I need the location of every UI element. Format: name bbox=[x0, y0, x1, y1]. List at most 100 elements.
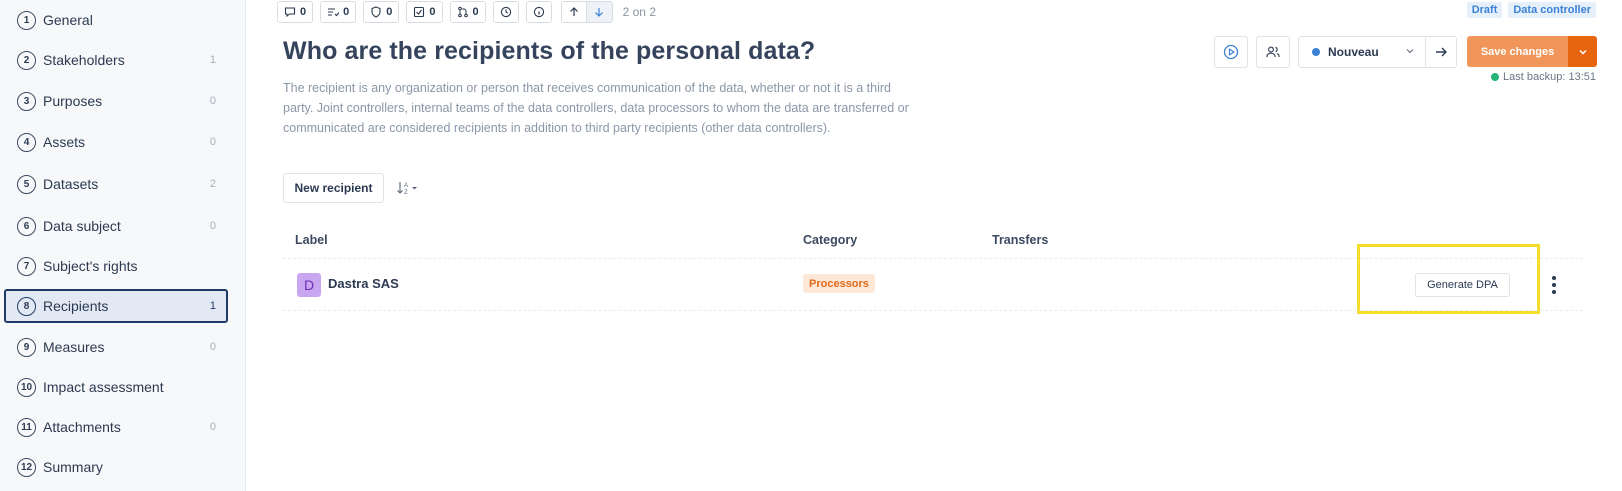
last-backup-text: Last backup: 13:51 bbox=[1503, 71, 1596, 83]
checkbox-icon bbox=[414, 6, 425, 18]
sidebar-item-label: Stakeholders bbox=[43, 52, 125, 68]
sidebar-item-summary[interactable]: 12 Summary bbox=[4, 450, 228, 484]
versions-button[interactable]: 0 bbox=[449, 1, 486, 23]
info-icon bbox=[533, 6, 544, 18]
arrow-right-icon bbox=[1436, 47, 1447, 57]
draft-badge: Draft bbox=[1466, 2, 1503, 18]
git-branch-icon bbox=[457, 6, 468, 18]
record-badges: Draft Data controller bbox=[1466, 2, 1596, 18]
pager-text: 2 on 2 bbox=[622, 5, 656, 19]
role-badge: Data controller bbox=[1508, 2, 1596, 18]
sidebar-item-count: 0 bbox=[209, 220, 216, 232]
sidebar-item-label: Impact assessment bbox=[43, 379, 164, 395]
step-number: 4 bbox=[17, 132, 36, 152]
column-header-category[interactable]: Category bbox=[803, 233, 857, 247]
next-record-button[interactable] bbox=[586, 1, 613, 23]
step-number: 3 bbox=[17, 91, 36, 111]
sidebar-item-label: General bbox=[43, 12, 93, 28]
sidebar: 1 General 2 Stakeholders 1 3 Purposes 0 … bbox=[0, 0, 246, 491]
sort-button[interactable]: A Z bbox=[396, 176, 418, 200]
sidebar-item-data-subject[interactable]: 6 Data subject 0 bbox=[4, 209, 228, 243]
column-header-label[interactable]: Label bbox=[295, 233, 328, 247]
play-circle-icon bbox=[1223, 44, 1239, 60]
play-button[interactable] bbox=[1214, 36, 1248, 68]
shield-icon bbox=[371, 6, 381, 18]
status-value: Nouveau bbox=[1328, 45, 1379, 59]
sidebar-item-label: Attachments bbox=[43, 419, 121, 435]
status-select[interactable]: Nouveau bbox=[1298, 36, 1426, 68]
new-recipient-button[interactable]: New recipient bbox=[283, 173, 384, 203]
comment-icon bbox=[284, 7, 296, 18]
sort-az-icon: A Z bbox=[397, 182, 417, 196]
save-changes-button[interactable]: Save changes bbox=[1467, 36, 1568, 67]
highlight-box bbox=[1357, 244, 1540, 314]
sidebar-item-label: Purposes bbox=[43, 93, 103, 109]
comments-button[interactable]: 0 bbox=[277, 1, 314, 23]
column-header-transfers[interactable]: Transfers bbox=[992, 233, 1048, 247]
users-icon bbox=[1266, 46, 1280, 58]
step-number: 9 bbox=[17, 337, 36, 357]
recipient-label[interactable]: Dastra SAS bbox=[328, 276, 399, 291]
sidebar-item-attachments[interactable]: 11 Attachments 0 bbox=[4, 410, 228, 444]
task-list-icon bbox=[328, 8, 340, 17]
step-number: 12 bbox=[17, 457, 36, 477]
chevron-down-icon bbox=[1405, 46, 1415, 59]
step-number: 1 bbox=[17, 10, 36, 30]
sidebar-item-count: 0 bbox=[209, 95, 216, 107]
sidebar-item-purposes[interactable]: 3 Purposes 0 bbox=[4, 84, 228, 118]
previous-record-button[interactable] bbox=[560, 1, 587, 23]
step-number: 6 bbox=[17, 216, 36, 236]
sidebar-item-label: Measures bbox=[43, 339, 105, 355]
comments-count: 0 bbox=[300, 6, 307, 18]
sidebar-item-impact-assessment[interactable]: 10 Impact assessment bbox=[4, 370, 228, 404]
info-button[interactable] bbox=[525, 1, 552, 23]
sidebar-item-count: 0 bbox=[209, 421, 216, 433]
last-backup: Last backup: 13:51 bbox=[1491, 71, 1596, 83]
more-options-icon[interactable] bbox=[1546, 274, 1562, 296]
chevron-down-icon bbox=[1578, 49, 1587, 55]
avatar: D bbox=[297, 273, 321, 297]
next-status-button[interactable] bbox=[1425, 36, 1457, 68]
table-divider bbox=[283, 310, 1583, 311]
status-dot bbox=[1312, 48, 1320, 56]
sidebar-item-stakeholders[interactable]: 2 Stakeholders 1 bbox=[4, 43, 228, 77]
step-number: 8 bbox=[17, 296, 36, 316]
tasks-button[interactable]: 0 bbox=[320, 1, 357, 23]
sidebar-item-assets[interactable]: 4 Assets 0 bbox=[4, 125, 228, 159]
sidebar-item-datasets[interactable]: 5 Datasets 2 bbox=[4, 167, 228, 201]
sidebar-item-count: 1 bbox=[209, 300, 216, 312]
sidebar-item-count: 1 bbox=[209, 54, 216, 66]
users-button[interactable] bbox=[1256, 36, 1290, 68]
sidebar-item-recipients[interactable]: 8 Recipients 1 bbox=[4, 289, 228, 323]
page-title: Who are the recipients of the personal d… bbox=[283, 37, 816, 65]
step-number: 2 bbox=[17, 50, 36, 70]
sidebar-item-label: Subject's rights bbox=[43, 258, 138, 274]
sidebar-item-subjects-rights[interactable]: 7 Subject's rights bbox=[4, 249, 228, 283]
sidebar-item-general[interactable]: 1 General bbox=[4, 3, 228, 37]
checks-button[interactable]: 0 bbox=[406, 1, 443, 23]
step-number: 5 bbox=[17, 174, 36, 194]
sidebar-item-count: 0 bbox=[209, 136, 216, 148]
step-number: 7 bbox=[17, 256, 36, 276]
sidebar-item-count: 0 bbox=[209, 341, 216, 353]
clock-icon bbox=[500, 6, 511, 18]
tasks-count: 0 bbox=[343, 6, 350, 18]
svg-text:A: A bbox=[404, 183, 408, 189]
sidebar-item-label: Assets bbox=[43, 134, 86, 150]
sidebar-item-count: 2 bbox=[209, 178, 216, 190]
step-number: 11 bbox=[17, 417, 36, 437]
checks-count: 0 bbox=[429, 6, 436, 18]
save-options-dropdown[interactable] bbox=[1568, 36, 1597, 67]
sidebar-item-label: Summary bbox=[43, 459, 103, 475]
arrow-down-icon bbox=[595, 8, 604, 17]
risks-count: 0 bbox=[386, 6, 393, 18]
page-description: The recipient is any organization or per… bbox=[283, 81, 909, 135]
sidebar-item-label: Data subject bbox=[43, 218, 121, 234]
history-button[interactable] bbox=[492, 1, 519, 23]
sidebar-item-label: Recipients bbox=[43, 298, 109, 314]
risks-button[interactable]: 0 bbox=[363, 1, 400, 23]
sidebar-item-measures[interactable]: 9 Measures 0 bbox=[4, 330, 228, 364]
step-number: 10 bbox=[17, 377, 36, 397]
record-toolbar: 0 0 0 0 0 2 on 2 bbox=[277, 0, 656, 24]
category-badge: Processors bbox=[803, 274, 875, 293]
